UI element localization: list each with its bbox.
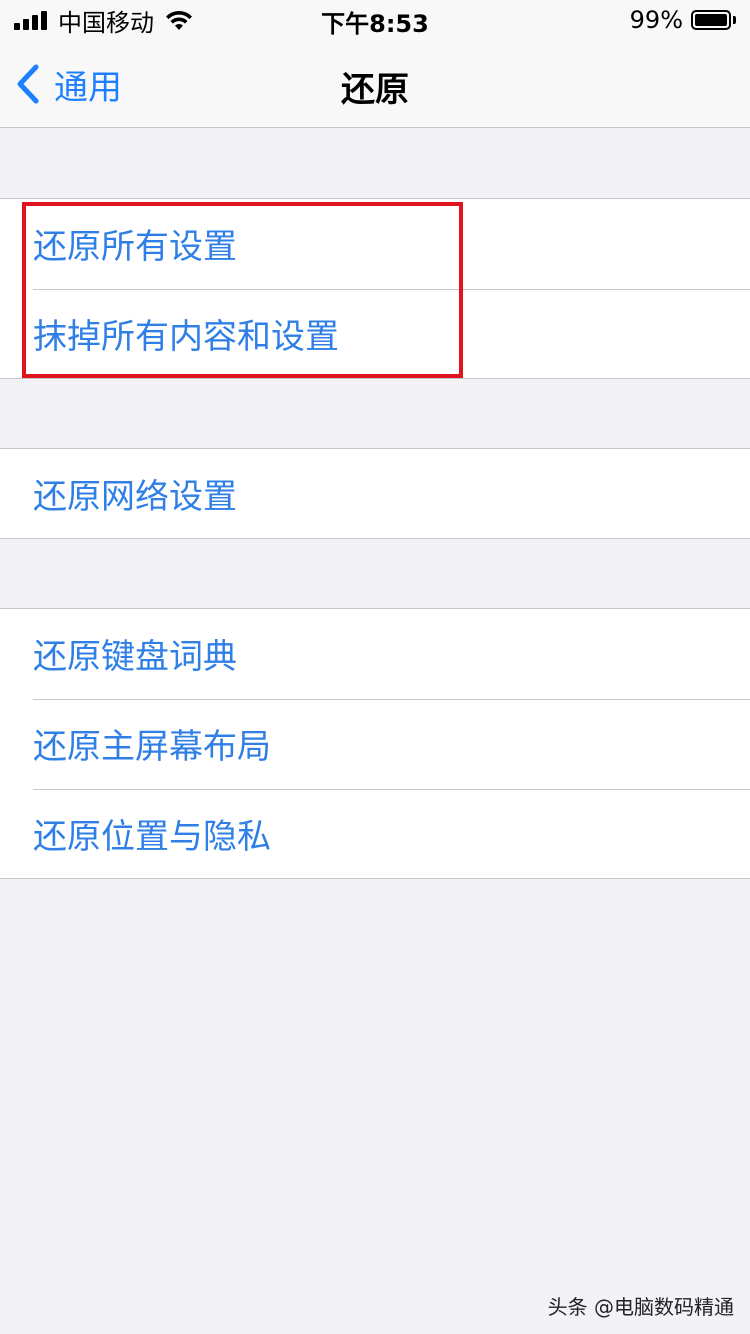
battery-fill xyxy=(695,14,727,26)
item-label: 还原所有设置 xyxy=(33,227,237,267)
reset-network-settings-item[interactable]: 还原网络设置 xyxy=(0,449,750,538)
battery-percent: 99% xyxy=(629,6,683,34)
reset-keyboard-dictionary-item[interactable]: 还原键盘词典 xyxy=(0,609,750,698)
settings-group-network: 还原网络设置 xyxy=(0,448,750,539)
reset-location-privacy-item[interactable]: 还原位置与隐私 xyxy=(0,788,750,878)
navigation-bar: 通用 还原 xyxy=(0,40,750,128)
item-label: 还原网络设置 xyxy=(33,477,237,517)
item-label: 还原位置与隐私 xyxy=(33,817,271,857)
page-title: 还原 xyxy=(341,70,409,110)
erase-all-content-item[interactable]: 抹掉所有内容和设置 xyxy=(0,288,750,378)
status-bar: 中国移动 下午8:53 99% xyxy=(0,0,750,40)
reset-home-screen-layout-item[interactable]: 还原主屏幕布局 xyxy=(0,698,750,788)
status-right: 99% xyxy=(630,6,736,34)
item-label: 还原键盘词典 xyxy=(33,637,237,677)
settings-group-other: 还原键盘词典 还原主屏幕布局 还原位置与隐私 xyxy=(0,608,750,879)
watermark: 头条 @电脑数码精通 xyxy=(547,1295,734,1319)
settings-group-reset-all: 还原所有设置 抹掉所有内容和设置 xyxy=(0,198,750,379)
reset-all-settings-item[interactable]: 还原所有设置 xyxy=(0,199,750,288)
battery-icon xyxy=(691,10,731,30)
item-label: 还原主屏幕布局 xyxy=(33,727,271,767)
battery-cap xyxy=(733,16,736,24)
item-label: 抹掉所有内容和设置 xyxy=(33,317,339,357)
